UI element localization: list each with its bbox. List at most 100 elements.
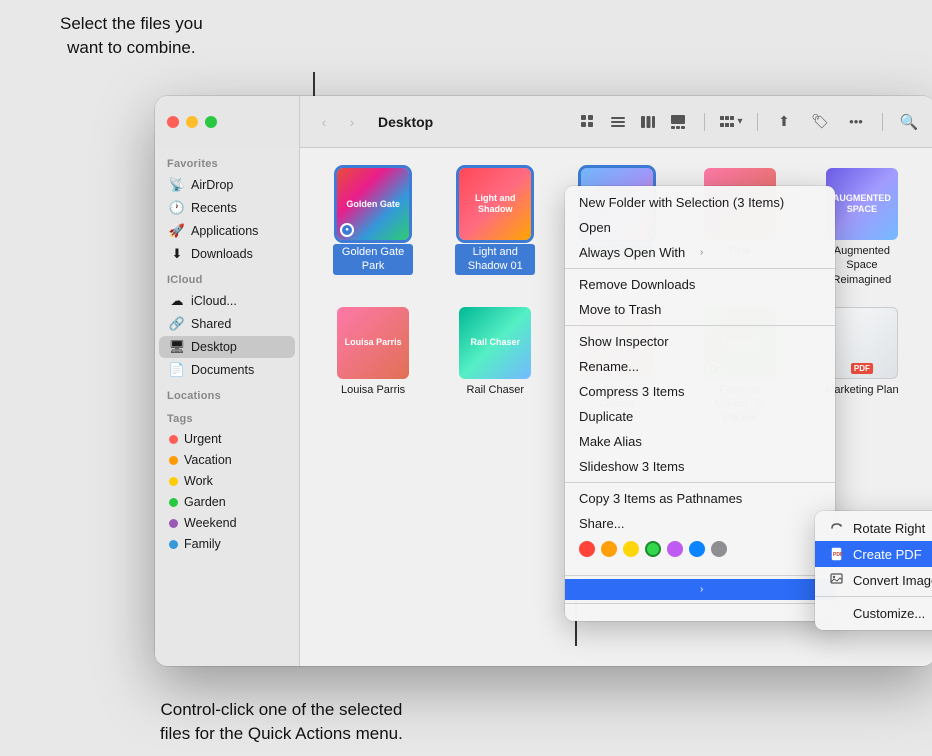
sidebar-item-shared[interactable]: 🔗 Shared	[159, 313, 295, 335]
downloads-icon: ⬇	[169, 246, 185, 262]
menu-item-show-inspector[interactable]: Show Inspector	[565, 329, 835, 354]
menu-item-duplicate[interactable]: Duplicate	[565, 404, 835, 429]
sidebar-item-label: AirDrop	[191, 178, 233, 192]
menu-separator	[565, 482, 835, 483]
annotation-bottom: Control-click one of the selectedfiles f…	[160, 698, 403, 746]
finder-window: Favorites 📡 AirDrop 🕐 Recents 🚀 Applicat…	[155, 96, 932, 666]
menu-item-remove-downloads[interactable]: Remove Downloads	[565, 272, 835, 297]
menu-separator	[565, 325, 835, 326]
traffic-lights	[155, 96, 300, 148]
submenu-item-label: Create PDF	[853, 547, 922, 562]
back-button[interactable]: ‹	[312, 110, 336, 134]
color-red[interactable]	[579, 541, 595, 557]
menu-item-always-open-with[interactable]: Always Open With ›	[565, 240, 835, 265]
menu-item-compress[interactable]: Compress 3 Items	[565, 379, 835, 404]
sidebar-item-recents[interactable]: 🕐 Recents	[159, 197, 295, 219]
file-label: Rail Chaser	[467, 383, 524, 397]
color-gray[interactable]	[711, 541, 727, 557]
submenu-customize[interactable]: Customize...	[815, 600, 932, 626]
menu-item-open[interactable]: Open	[565, 215, 835, 240]
icon-view-button[interactable]	[574, 110, 602, 134]
file-item-rail-chaser[interactable]: Rail Chaser Rail Chaser	[438, 303, 552, 430]
tag-dot-garden	[169, 498, 178, 507]
sidebar-item-vacation[interactable]: Vacation	[159, 450, 295, 470]
rotate-icon	[829, 520, 845, 536]
menu-item-slideshow[interactable]: Slideshow 3 Items	[565, 454, 835, 479]
submenu-create-pdf[interactable]: PDF Create PDF	[815, 541, 932, 567]
menu-item-copy-pathnames[interactable]: Copy 3 Items as Pathnames	[565, 486, 835, 511]
menu-item-move-to-trash[interactable]: Move to Trash	[565, 297, 835, 322]
maximize-button[interactable]	[205, 116, 217, 128]
quick-actions-submenu: Rotate Right PDF Create PDF	[815, 511, 932, 630]
minimize-button[interactable]	[186, 116, 198, 128]
forward-button[interactable]: ›	[340, 110, 364, 134]
color-yellow[interactable]	[623, 541, 639, 557]
sidebar-item-label: Downloads	[191, 247, 253, 261]
context-menu: New Folder with Selection (3 Items) Open…	[565, 186, 835, 621]
more-button[interactable]: •••	[842, 110, 870, 134]
menu-item-share[interactable]: Share...	[565, 511, 835, 536]
menu-item-make-alias[interactable]: Make Alias	[565, 429, 835, 454]
list-view-button[interactable]	[604, 110, 632, 134]
sidebar-item-applications[interactable]: 🚀 Applications	[159, 220, 295, 242]
menu-item-rename[interactable]: Rename...	[565, 354, 835, 379]
toolbar: ‹ › Desktop	[300, 96, 932, 148]
menu-item-set-desktop[interactable]	[565, 607, 835, 617]
submenu-rotate-right[interactable]: Rotate Right	[815, 515, 932, 541]
gallery-view-button[interactable]	[664, 110, 692, 134]
submenu-separator	[815, 596, 932, 597]
color-blue[interactable]	[689, 541, 705, 557]
menu-separator	[565, 268, 835, 269]
sidebar-item-garden[interactable]: Garden	[159, 492, 295, 512]
sidebar-item-label: Documents	[191, 363, 254, 377]
file-thumb: Light and Shadow	[459, 168, 531, 240]
sidebar-item-airdrop[interactable]: 📡 AirDrop	[159, 174, 295, 196]
column-view-button[interactable]	[634, 110, 662, 134]
file-item-louisa[interactable]: Louisa Parris Louisa Parris	[316, 303, 430, 430]
tag-dot-family	[169, 540, 178, 549]
submenu-item-label: Customize...	[853, 606, 925, 621]
recents-icon: 🕐	[169, 200, 185, 216]
sidebar-item-weekend[interactable]: Weekend	[159, 513, 295, 533]
group-button[interactable]: ▾	[717, 110, 745, 134]
file-item-golden-gate[interactable]: Golden Gate Golden Gate Park	[316, 164, 430, 291]
nav-buttons: ‹ ›	[312, 110, 364, 134]
search-button[interactable]: 🔍	[895, 110, 923, 134]
tags-label: Tags	[155, 405, 299, 428]
menu-colors	[565, 536, 835, 562]
color-orange[interactable]	[601, 541, 617, 557]
menu-item-new-folder[interactable]: New Folder with Selection (3 Items)	[565, 190, 835, 215]
sidebar-item-family[interactable]: Family	[159, 534, 295, 554]
sidebar-item-label: Garden	[184, 495, 226, 509]
sidebar-item-desktop[interactable]: 🖥 Desktop	[159, 336, 295, 358]
shared-icon: 🔗	[169, 316, 185, 332]
file-item-light-shadow[interactable]: Light and Shadow Light and Shadow 01	[438, 164, 552, 291]
submenu-convert-image[interactable]: Convert Image	[815, 567, 932, 593]
color-purple[interactable]	[667, 541, 683, 557]
sidebar-item-label: Shared	[191, 317, 231, 331]
separator3	[882, 113, 883, 131]
share-button[interactable]: ⬆	[770, 110, 798, 134]
airdrop-icon: 📡	[169, 177, 185, 193]
sidebar-item-urgent[interactable]: Urgent	[159, 429, 295, 449]
sidebar-item-icloud[interactable]: ☁ iCloud...	[159, 290, 295, 312]
menu-item-quick-actions[interactable]: ›	[565, 579, 835, 600]
documents-icon: 📄	[169, 362, 185, 378]
close-button[interactable]	[167, 116, 179, 128]
file-label: Marketing Plan	[825, 383, 898, 397]
file-label: Light and Shadow 01	[455, 244, 535, 275]
sidebar-item-work[interactable]: Work	[159, 471, 295, 491]
tag-dot-urgent	[169, 435, 178, 444]
tag-dot-vacation	[169, 456, 178, 465]
file-label: Louisa Parris	[341, 383, 405, 397]
sidebar-item-label: Work	[184, 474, 213, 488]
menu-item-tags[interactable]	[565, 562, 835, 572]
tags-button[interactable]: 🏷	[806, 110, 834, 134]
convert-icon	[829, 572, 845, 588]
sidebar-item-downloads[interactable]: ⬇ Downloads	[159, 243, 295, 265]
sidebar-item-documents[interactable]: 📄 Documents	[159, 359, 295, 381]
svg-text:PDF: PDF	[833, 552, 843, 558]
annotation-top: Select the files youwant to combine.	[60, 12, 203, 60]
selected-indicator	[340, 223, 354, 237]
color-green[interactable]	[645, 541, 661, 557]
